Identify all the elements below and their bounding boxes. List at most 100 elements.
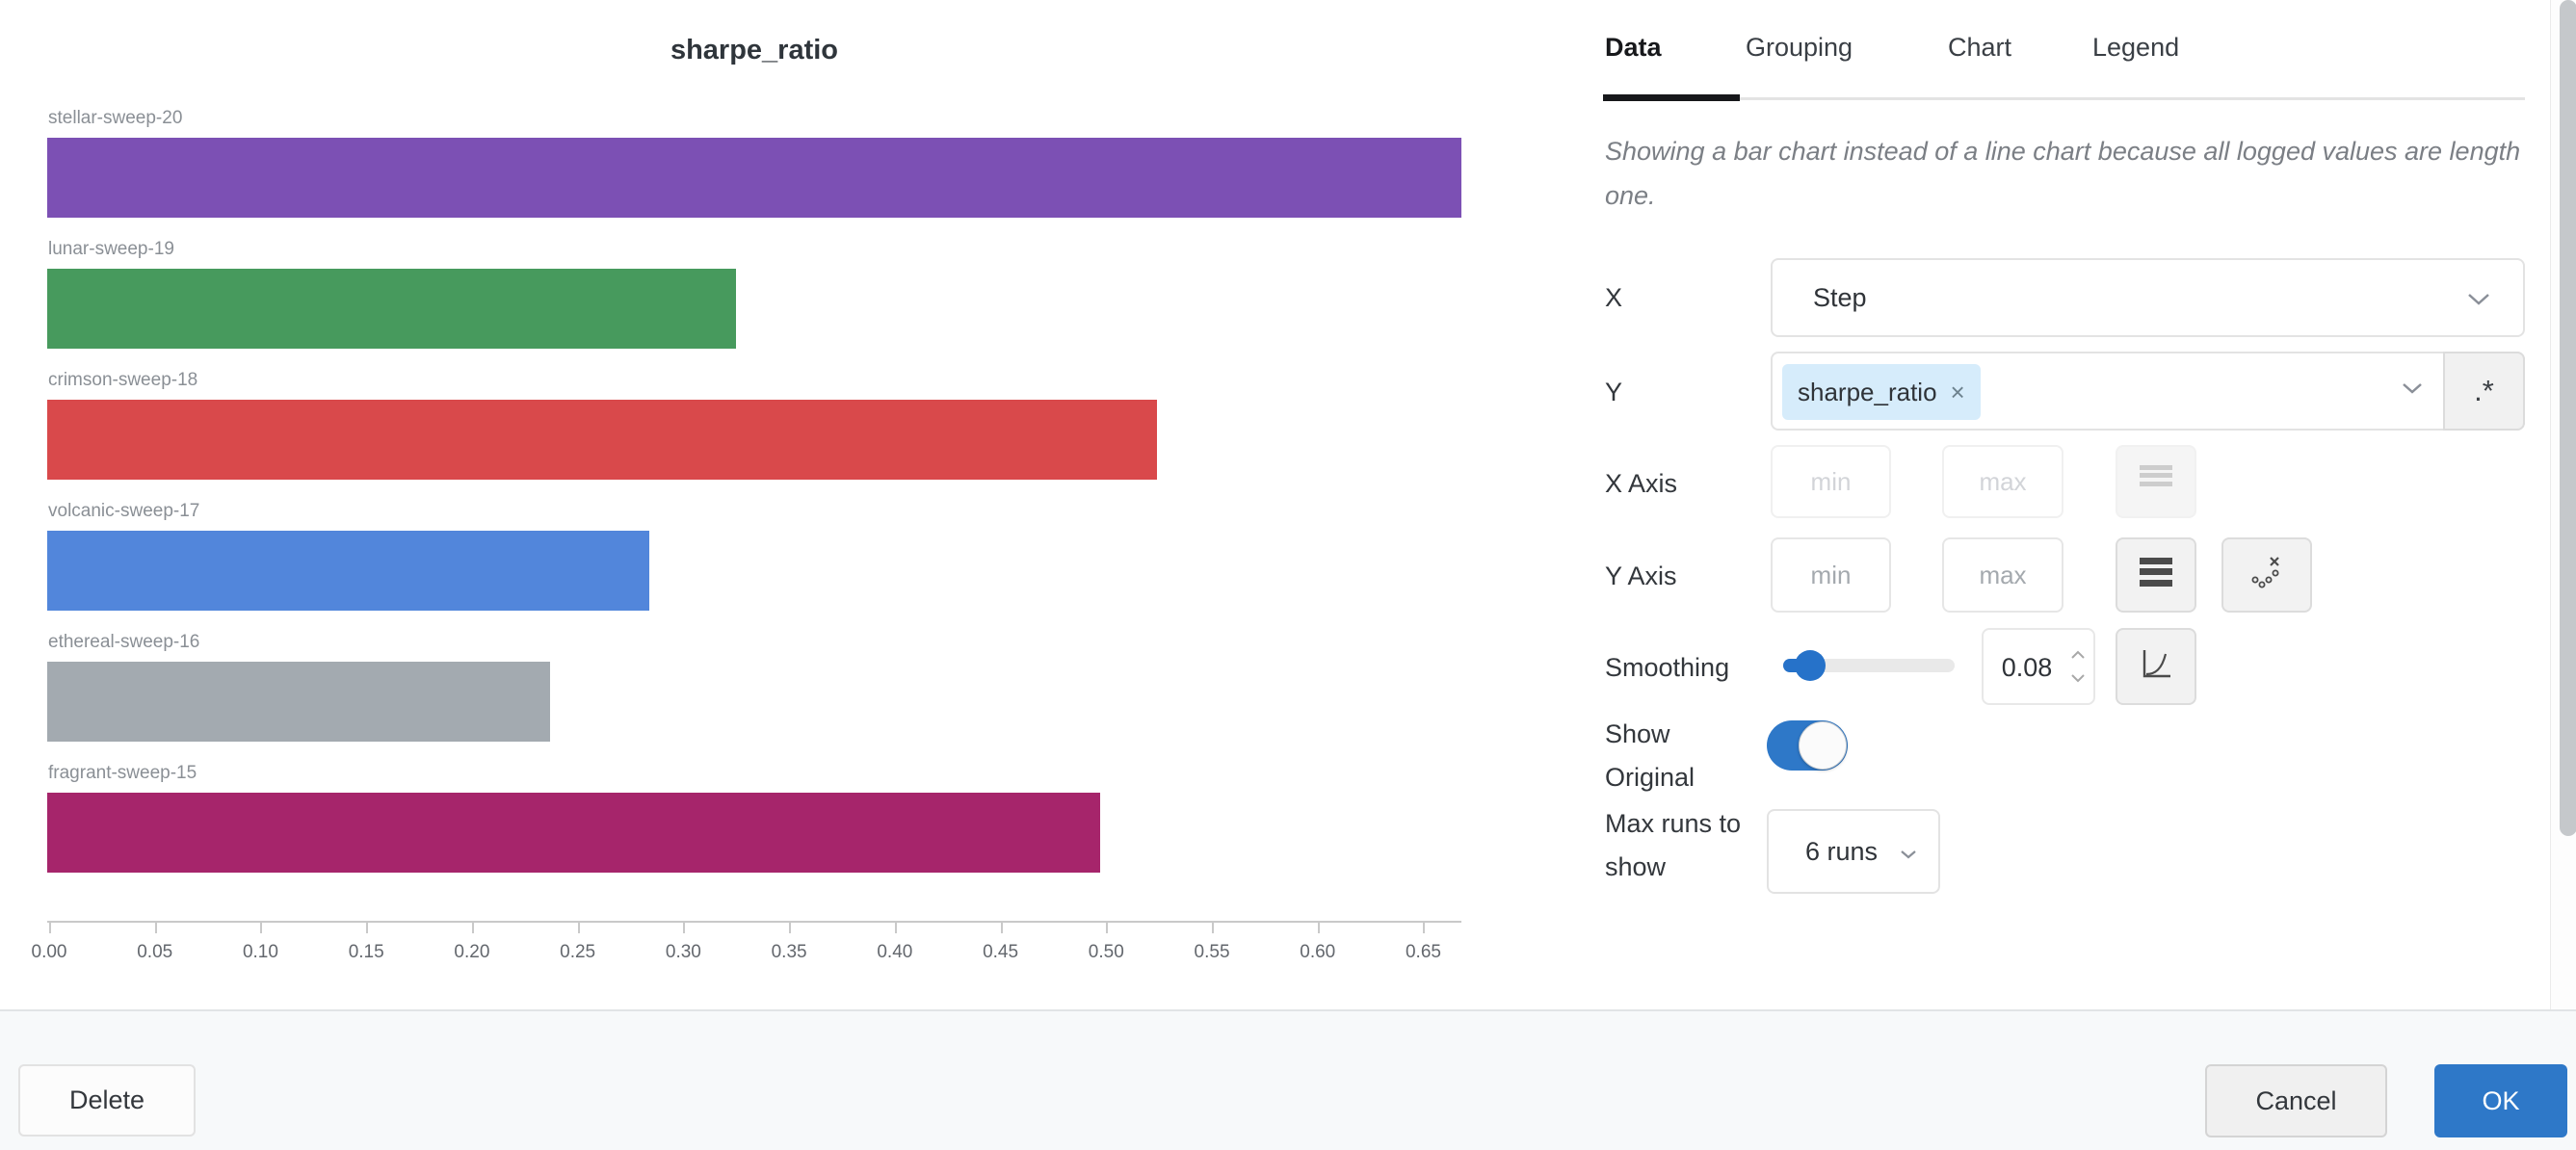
chart-bar-row: ethereal-sweep-16 [47, 632, 1461, 763]
smoothing-label: Smoothing [1605, 653, 1729, 683]
y-label: Y [1605, 378, 1622, 407]
smoothing-slider[interactable] [1783, 659, 1955, 672]
chevron-down-icon [2467, 260, 2490, 335]
axis-tick-mark [1001, 923, 1003, 933]
axis-tick-mark [1318, 923, 1320, 933]
x-metric-value: Step [1813, 283, 1867, 312]
x-axis-max-input[interactable] [1942, 445, 2063, 518]
y-axis-max-input[interactable] [1942, 537, 2063, 613]
scrollbar-track[interactable] [2550, 0, 2576, 1009]
axis-tick-mark [260, 923, 262, 933]
log-scale-icon [2137, 552, 2175, 599]
x-axis-min-input[interactable] [1771, 445, 1891, 518]
delete-button[interactable]: Delete [18, 1064, 196, 1137]
axis-tick-mark [578, 923, 580, 933]
chart-title: sharpe_ratio [47, 35, 1461, 66]
axis-tick-mark [49, 923, 51, 933]
tab-legend[interactable]: Legend [2092, 33, 2179, 63]
axis-tick-mark [1212, 923, 1214, 933]
axis-tick-mark [472, 923, 474, 933]
tab-chart[interactable]: Chart [1948, 33, 2011, 63]
axis-tick-mark [895, 923, 897, 933]
toggle-knob [1799, 721, 1847, 770]
ignore-outliers-button[interactable] [2221, 537, 2312, 613]
chart-bar-row: fragrant-sweep-15 [47, 763, 1461, 894]
run-name-label: fragrant-sweep-15 [48, 763, 197, 784]
axis-tick-label: 0.45 [983, 942, 1018, 963]
cancel-button[interactable]: Cancel [2205, 1064, 2387, 1137]
smoothing-curve-icon [2136, 644, 2176, 690]
smoothing-type-button[interactable] [2116, 628, 2196, 705]
bar [47, 269, 736, 349]
smoothing-stepper[interactable] [2070, 647, 2086, 688]
scrollbar-thumb[interactable] [2560, 0, 2576, 836]
ignore-outliers-icon [2246, 552, 2288, 599]
run-name-label: volcanic-sweep-17 [48, 501, 199, 522]
y-metric-tag: sharpe_ratio × [1782, 364, 1981, 420]
axis-tick-label: 0.05 [137, 942, 172, 963]
axis-tick-label: 0.20 [454, 942, 489, 963]
axis-tick-label: 0.60 [1300, 942, 1335, 963]
panel-editor-dialog: sharpe_ratio stellar-sweep-20 lunar-sweep… [0, 0, 2576, 1150]
show-original-label: Show Original [1605, 713, 1764, 799]
axis-tick-mark [789, 923, 791, 933]
bar [47, 662, 550, 742]
regex-toggle-button[interactable]: .* [2443, 352, 2525, 431]
y-metric-combobox[interactable]: sharpe_ratio × .* [1771, 352, 2525, 431]
x-metric-dropdown[interactable]: Step [1771, 258, 2525, 337]
axis-tick-mark [366, 923, 368, 933]
chart-bar-row: stellar-sweep-20 [47, 108, 1461, 239]
chart-type-note: Showing a bar chart instead of a line ch… [1605, 129, 2530, 218]
max-runs-label: Max runs to show [1605, 802, 1764, 889]
axis-tick-mark [155, 923, 157, 933]
y-axis-label: Y Axis [1605, 562, 1677, 591]
x-log-scale-button[interactable] [2116, 445, 2196, 518]
smoothing-value-input[interactable] [1984, 630, 2070, 705]
tab-grouping[interactable]: Grouping [1746, 33, 1853, 63]
x-axis-label: X Axis [1605, 469, 1677, 499]
axis-tick-label: 0.00 [32, 942, 67, 963]
tabs-divider [1605, 97, 2525, 100]
axis-tick-label: 0.55 [1195, 942, 1230, 963]
chevron-down-icon [2402, 382, 2423, 400]
run-name-label: stellar-sweep-20 [48, 108, 182, 129]
axis-tick-label: 0.15 [349, 942, 384, 963]
axis-tick-label: 0.35 [772, 942, 807, 963]
chart-bar-row: volcanic-sweep-17 [47, 501, 1461, 632]
x-axis-line [47, 921, 1461, 923]
stepper-up-icon[interactable] [2070, 647, 2086, 665]
run-name-label: crimson-sweep-18 [48, 370, 197, 391]
smoothing-value-box [1982, 628, 2095, 705]
axis-tick-label: 0.40 [877, 942, 912, 963]
y-axis-min-input[interactable] [1771, 537, 1891, 613]
bar [47, 138, 1461, 218]
remove-metric-icon[interactable]: × [1951, 378, 1965, 407]
y-log-scale-button[interactable] [2116, 537, 2196, 613]
run-name-label: lunar-sweep-19 [48, 239, 174, 260]
bar [47, 793, 1100, 873]
axis-tick-mark [683, 923, 685, 933]
active-tab-underline [1603, 94, 1740, 101]
chart-bar-row: crimson-sweep-18 [47, 370, 1461, 501]
axis-tick-label: 0.25 [560, 942, 595, 963]
axis-tick-label: 0.30 [666, 942, 701, 963]
ok-button[interactable]: OK [2434, 1064, 2567, 1137]
axis-tick-label: 0.10 [243, 942, 278, 963]
run-name-label: ethereal-sweep-16 [48, 632, 199, 653]
axis-tick-mark [1106, 923, 1108, 933]
axis-tick-label: 0.50 [1089, 942, 1124, 963]
footer-bar: Delete Cancel OK [0, 1009, 2576, 1150]
axis-tick-label: 0.65 [1406, 942, 1441, 963]
chart-bar-row: lunar-sweep-19 [47, 239, 1461, 370]
slider-thumb[interactable] [1795, 650, 1826, 681]
show-original-toggle[interactable] [1767, 720, 1848, 771]
bar [47, 400, 1157, 480]
axis-tick-mark [1423, 923, 1425, 933]
bar-chart: stellar-sweep-20 lunar-sweep-19 crimson-sw… [47, 108, 1461, 975]
max-runs-value: 6 runs [1805, 837, 1878, 866]
tab-data[interactable]: Data [1605, 33, 1662, 63]
bar [47, 531, 649, 611]
stepper-down-icon[interactable] [2070, 670, 2086, 688]
y-metric-tag-label: sharpe_ratio [1798, 378, 1937, 407]
max-runs-dropdown[interactable]: 6 runs [1767, 809, 1940, 894]
